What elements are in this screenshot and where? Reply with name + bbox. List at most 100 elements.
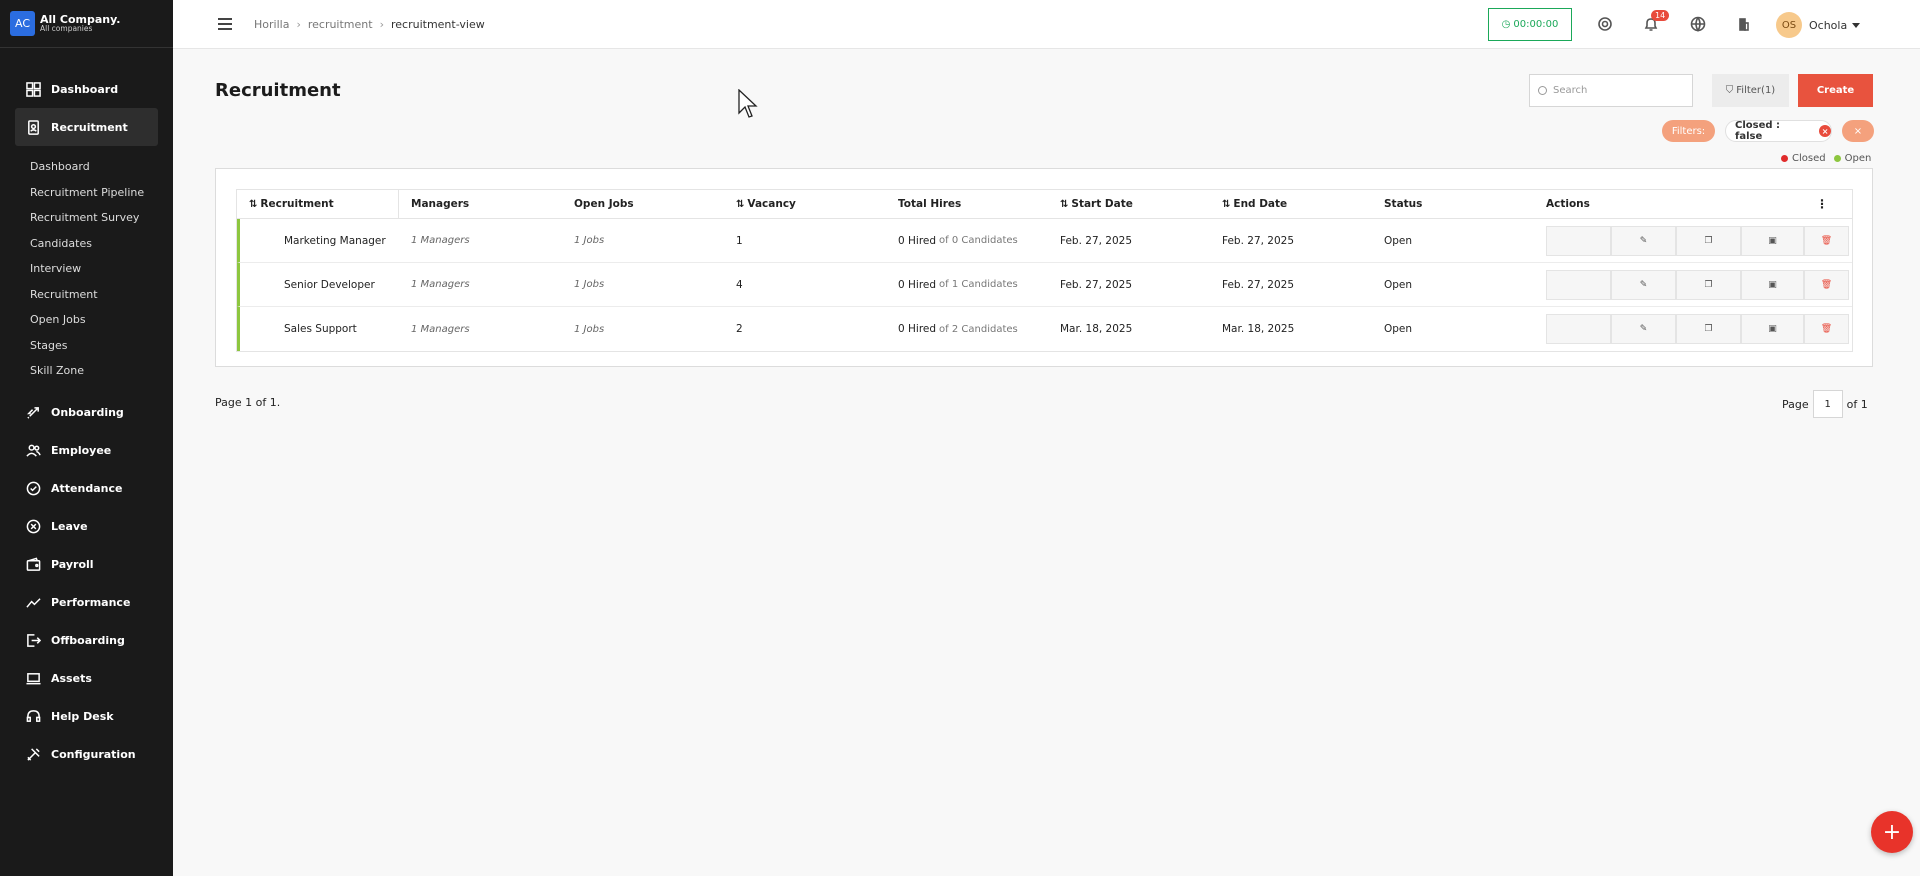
actions-blank-cell (1546, 269, 1611, 300)
create-button[interactable]: Create (1798, 74, 1873, 107)
cell-total-hires: 0 Hired of 2 Candidates (898, 323, 1018, 335)
archive-icon[interactable]: ▣ (1741, 269, 1804, 300)
filter-chip-label: Closed : false (1735, 120, 1781, 142)
edit-icon[interactable]: ✎ (1611, 225, 1676, 256)
table-row[interactable]: Senior Developer 1 Managers 1 Jobs 4 0 H… (237, 263, 1852, 307)
sidebar-item-configuration[interactable]: Configuration (0, 736, 173, 774)
delete-icon[interactable]: 🗑 (1804, 225, 1849, 256)
cell-open-jobs[interactable]: 1 Jobs (562, 307, 724, 351)
legend-label: Closed (1792, 153, 1826, 164)
status-legend: Closed Open (1781, 153, 1879, 164)
cell-managers[interactable]: 1 Managers (399, 307, 562, 351)
exit-icon (25, 632, 42, 649)
recruitment-submenu: Dashboard Recruitment Pipeline Recruitme… (0, 154, 173, 384)
headset-icon (25, 708, 42, 725)
sidebar-item-label: Attendance (51, 482, 123, 495)
submenu-recruitment-survey[interactable]: Recruitment Survey (30, 205, 173, 231)
page-navigator: Page 1 of 1 (1782, 390, 1868, 418)
header-total-hires: Total Hires (898, 198, 962, 210)
clear-all-filters-button[interactable]: × (1842, 120, 1874, 142)
page-number-input[interactable]: 1 (1812, 390, 1843, 418)
remove-filter-icon[interactable]: × (1819, 125, 1831, 137)
filter-button[interactable]: ⛉ Filter(1) (1712, 74, 1789, 107)
cell-status: Open (1384, 278, 1413, 291)
header-recruitment[interactable]: ⇅ Recruitment (237, 190, 399, 218)
legend-closed[interactable]: Closed (1781, 153, 1826, 164)
submenu-stages[interactable]: Stages (30, 333, 173, 359)
column-options-icon[interactable]: ⋮ (1804, 190, 1834, 218)
sidebar-item-employee[interactable]: Employee (0, 432, 173, 470)
cell-status: Open (1384, 323, 1413, 335)
table-row[interactable]: Sales Support 1 Managers 1 Jobs 2 0 Hire… (237, 307, 1852, 351)
sidebar-item-performance[interactable]: Performance (0, 584, 173, 622)
sidebar-item-label: Help Desk (51, 710, 114, 723)
notification-bell-icon[interactable]: 14 (1641, 10, 1670, 34)
sidebar-item-help-desk[interactable]: Help Desk (0, 698, 173, 736)
cell-open-jobs[interactable]: 1 Jobs (562, 263, 724, 306)
archive-icon[interactable]: ▣ (1741, 314, 1804, 344)
sidebar-item-onboarding[interactable]: Onboarding (0, 394, 173, 432)
sidebar-item-payroll[interactable]: Payroll (0, 546, 173, 584)
sidebar-item-leave[interactable]: Leave (0, 508, 173, 546)
sort-icon: ⇅ (249, 198, 258, 210)
sidebar-item-label: Employee (51, 444, 112, 457)
sidebar-item-label: Payroll (51, 558, 94, 571)
sidebar-item-attendance[interactable]: Attendance (0, 470, 173, 508)
x-circle-icon (25, 518, 42, 535)
submenu-dashboard[interactable]: Dashboard (30, 154, 173, 180)
search-input[interactable]: Search (1529, 74, 1693, 107)
laptop-icon (25, 670, 42, 687)
cell-total-hires: 0 Hired of 0 Candidates (898, 234, 1018, 247)
edit-icon[interactable]: ✎ (1611, 314, 1676, 344)
duplicate-icon[interactable]: ❐ (1676, 269, 1741, 300)
header-start-date[interactable]: ⇅ Start Date (1048, 190, 1210, 218)
table-row[interactable]: Marketing Manager 1 Managers 1 Jobs 1 0 … (237, 219, 1852, 263)
filter-chip-closed: Closed : false × (1725, 120, 1832, 142)
legend-label: Open (1844, 153, 1872, 164)
header-end-date[interactable]: ⇅ End Date (1210, 190, 1372, 218)
sidebar-item-label: Dashboard (51, 82, 119, 96)
sidebar-item-label: Offboarding (51, 634, 125, 647)
user-menu[interactable]: OS Ochola (1776, 12, 1861, 38)
breadcrumb-horilla[interactable]: Horilla (254, 18, 289, 31)
legend-open[interactable]: Open (1833, 153, 1872, 164)
sidebar-item-dashboard[interactable]: Dashboard (0, 70, 173, 108)
sidebar-item-label: Recruitment (51, 120, 128, 134)
language-globe-icon[interactable] (1688, 14, 1708, 34)
attendance-timer-button[interactable]: ◷ 00:00:00 (1488, 8, 1572, 41)
submenu-open-jobs[interactable]: Open Jobs (30, 307, 173, 333)
duplicate-icon[interactable]: ❐ (1676, 314, 1741, 344)
cell-managers[interactable]: 1 Managers (399, 263, 562, 306)
submenu-interview[interactable]: Interview (30, 256, 173, 282)
sidebar-item-assets[interactable]: Assets (0, 660, 173, 698)
quick-add-button[interactable]: + (1871, 811, 1913, 853)
sidebar-item-offboarding[interactable]: Offboarding (0, 622, 173, 660)
company-switcher[interactable]: AC All Company. All companies (0, 0, 173, 48)
notification-count-badge: 14 (1651, 10, 1670, 21)
caret-down-icon (1852, 22, 1861, 28)
chevron-right-icon: › (379, 17, 384, 31)
submenu-recruitment-pipeline[interactable]: Recruitment Pipeline (30, 180, 173, 206)
sort-icon: ⇅ (1222, 198, 1231, 210)
submenu-skill-zone[interactable]: Skill Zone (30, 358, 173, 384)
archive-icon[interactable]: ▣ (1741, 225, 1804, 256)
edit-icon[interactable]: ✎ (1611, 269, 1676, 300)
breadcrumb-recruitment[interactable]: recruitment (308, 18, 373, 31)
delete-icon[interactable]: 🗑 (1804, 269, 1849, 300)
delete-icon[interactable]: 🗑 (1804, 314, 1849, 344)
submenu-candidates[interactable]: Candidates (30, 231, 173, 257)
company-building-icon[interactable] (1734, 14, 1754, 34)
cell-managers[interactable]: 1 Managers (399, 219, 562, 262)
settings-gear-icon[interactable] (1595, 14, 1615, 34)
sidebar-item-recruitment[interactable]: Recruitment (15, 108, 158, 146)
company-logo: AC (10, 11, 35, 36)
submenu-recruitment[interactable]: Recruitment (30, 282, 173, 308)
actions-blank-cell (1546, 225, 1611, 256)
cell-open-jobs[interactable]: 1 Jobs (562, 219, 724, 262)
duplicate-icon[interactable]: ❐ (1676, 225, 1741, 256)
check-circle-icon (25, 480, 42, 497)
header-vacancy[interactable]: ⇅ Vacancy (724, 190, 886, 218)
sidebar: AC All Company. All companies Dashboard … (0, 0, 173, 876)
table-header: ⇅ Recruitment Managers Open Jobs ⇅ Vacancy… (237, 190, 1852, 219)
hamburger-menu-icon[interactable] (218, 18, 232, 30)
